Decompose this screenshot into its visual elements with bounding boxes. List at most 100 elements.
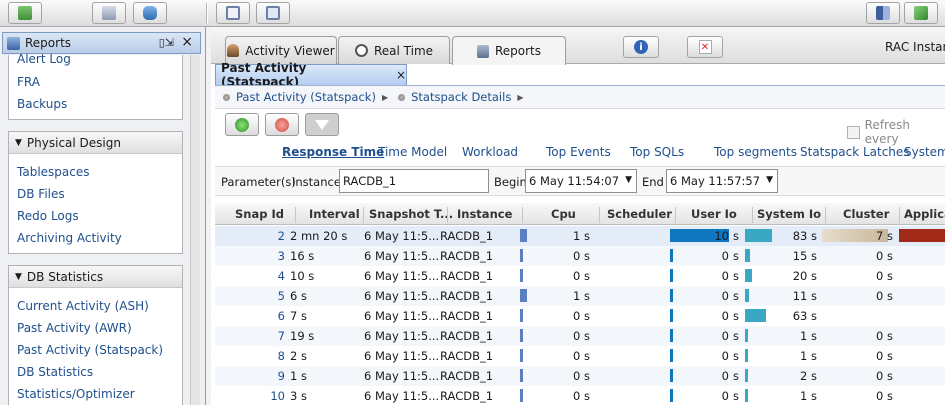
nav-item-statistics-optimizer[interactable]: Statistics/Optimizer [17, 387, 135, 401]
subtab-past-activity-statspack[interactable]: Past Activity (Statspack) × [215, 61, 407, 89]
column-header-user-io[interactable]: User Io [691, 207, 737, 221]
add-button[interactable] [8, 2, 42, 24]
nav-item-db-statistics[interactable]: DB Statistics [17, 365, 93, 379]
table-row[interactable]: 7 19 s 6 May 11:5... RACDB_1 0 s 0s 1 s 0 s [215, 326, 945, 346]
cell-snap-id: 2 [277, 229, 285, 243]
begin-datetime-select[interactable]: 6 May 11:54:07 ▼ [525, 169, 637, 193]
go-button[interactable] [225, 113, 259, 136]
add-icon [18, 6, 32, 20]
column-header-cluster[interactable]: Cluster [843, 207, 889, 221]
delete-button[interactable]: ✕ [687, 36, 723, 58]
cell-cpu: 0 s [573, 329, 590, 343]
nav-item-alert-log[interactable]: Alert Log [17, 52, 71, 66]
section-top-segments[interactable]: Top segments [714, 145, 797, 159]
preview-button[interactable] [256, 2, 290, 24]
cell-system-io: 83 s [792, 229, 817, 243]
column-header-cpu[interactable]: Cpu [551, 207, 576, 221]
pin-icon[interactable]: ▯⇲ [159, 36, 174, 49]
breadcrumb-item[interactable]: Past Activity (Statspack) [236, 90, 376, 104]
tab-reports[interactable]: Reports [452, 36, 566, 65]
cell-system-io: 20 s [792, 269, 817, 283]
cell-instance: RACDB_1 [440, 289, 494, 303]
left-panel-scrollbar[interactable] [190, 55, 200, 405]
breadcrumb: Past Activity (Statspack) ▶ Statspack De… [215, 85, 945, 109]
section-workload[interactable]: Workload [462, 145, 518, 159]
tab-real-time[interactable]: Real Time [338, 36, 450, 64]
breadcrumb-item[interactable]: Statspack Details [411, 90, 511, 104]
nav-item-redo-logs[interactable]: Redo Logs [17, 209, 79, 223]
end-datetime-select[interactable]: 6 May 11:57:57 ▼ [666, 169, 778, 193]
cell-interval: 2 s [290, 349, 307, 363]
column-separator [825, 207, 826, 223]
nav-item-fra[interactable]: FRA [17, 75, 40, 89]
section-statspack-latches[interactable]: Statspack Latches [800, 145, 910, 159]
nav-item-past-activity-statspack[interactable]: Past Activity (Statspack) [17, 343, 163, 357]
section-system[interactable]: System [904, 145, 945, 159]
stop-button[interactable] [265, 113, 299, 136]
table-row[interactable]: 4 10 s 6 May 11:5... RACDB_1 0 s 0 s 20 s 0 s [215, 266, 945, 286]
cell-cluster: 0 s [876, 329, 893, 343]
cell-snapshot-time: 6 May 11:5... [364, 369, 440, 383]
cell-cluster: 0 s [876, 289, 893, 303]
physical-design-header[interactable]: ▼ Physical Design [9, 132, 182, 154]
column-header-interval[interactable]: Interval [309, 207, 360, 221]
column-header-snapshot-time[interactable]: Snapshot T... [369, 207, 453, 221]
table-row[interactable]: 9 1 s 6 May 11:5... RACDB_1 0 s 0s 2 s 0 s [215, 366, 945, 386]
table-row[interactable]: 5 6 s 6 May 11:5... RACDB_1 1 s 0 s 11 s 0 s [215, 286, 945, 306]
section-time-model[interactable]: Time Model [378, 145, 447, 159]
info-button[interactable]: i [623, 36, 659, 58]
panel-button[interactable] [866, 2, 900, 24]
user-io-bar [670, 289, 673, 302]
db-statistics-header[interactable]: ▼ DB Statistics [9, 266, 182, 288]
user-io-bar [670, 329, 673, 342]
chevron-down-icon: ▼ [625, 175, 632, 185]
nav-item-db-files[interactable]: DB Files [17, 187, 65, 201]
subtab-close-icon[interactable]: × [396, 68, 406, 82]
table-row[interactable]: 10 3 s 6 May 11:5... RACDB_1 0 s 0s 1 s 0 s [215, 386, 945, 405]
cell-user-io-unit: s [733, 249, 739, 263]
begin-label: Begin [494, 175, 527, 189]
system-io-bar [745, 329, 748, 342]
cell-snapshot-time: 6 May 11:5... [364, 329, 440, 343]
nav-item-current-activity-ash[interactable]: Current Activity (ASH) [17, 299, 149, 313]
nav-item-backups[interactable]: Backups [17, 97, 67, 111]
left-panel: Reports ▯⇲ × Alert Log FRA Backups ▼ Phys… [0, 27, 206, 405]
table-row[interactable]: 6 7 s 6 May 11:5... RACDB_1 0 s 0 s 63 s [215, 306, 945, 326]
user-io-bar [670, 269, 673, 282]
table-row[interactable]: 3 16 s 6 May 11:5... RACDB_1 0 s 0 s 15 s 0 s [215, 246, 945, 266]
section-top-events[interactable]: Top Events [546, 145, 611, 159]
chart-button[interactable] [904, 2, 938, 24]
refresh-every[interactable]: Refresh every [847, 118, 945, 146]
nav-item-tablespaces[interactable]: Tablespaces [17, 165, 90, 179]
column-header-instance[interactable]: Instance [457, 207, 512, 221]
cell-interval: 19 s [290, 329, 315, 343]
cell-user-io: 0 [721, 389, 729, 403]
table-row[interactable]: 2 2 mn 20 s 6 May 11:5... RACDB_1 1 s 10 s 83 s… [215, 226, 945, 246]
column-header-application[interactable]: Applica [904, 207, 945, 221]
nav-item-archiving-activity[interactable]: Archiving Activity [17, 231, 122, 245]
cell-user-io-unit: s [733, 389, 739, 403]
parameters-label: Parameter(s) [221, 175, 296, 189]
section-top-sqls[interactable]: Top SQLs [630, 145, 684, 159]
column-header-snap-id[interactable]: Snap Id [235, 207, 284, 221]
refresh-checkbox[interactable] [847, 125, 860, 139]
cell-interval: 3 s [290, 389, 307, 403]
nav-item-past-activity-awr[interactable]: Past Activity (AWR) [17, 321, 132, 335]
tab-activity-viewer[interactable]: Activity Viewer [225, 36, 337, 64]
layout-button[interactable] [216, 2, 250, 24]
instance-field[interactable]: RACDB_1 [339, 169, 489, 193]
section-response-time[interactable]: Response Time [282, 145, 384, 159]
cell-cpu: 1 s [573, 229, 590, 243]
cpu-bar [520, 349, 523, 362]
edit-button[interactable] [92, 2, 126, 24]
column-header-system-io[interactable]: System Io [757, 207, 821, 221]
cell-cluster: 7 s [876, 229, 893, 243]
table-row[interactable]: 8 2 s 6 May 11:5... RACDB_1 0 s 0s 1 s 0 s [215, 346, 945, 366]
column-separator [899, 207, 900, 223]
physical-design-title: Physical Design [26, 135, 121, 150]
user-io-bar [670, 349, 673, 362]
column-header-scheduler[interactable]: Scheduler [607, 207, 672, 221]
filter-button[interactable] [305, 113, 339, 136]
close-panel-icon[interactable]: × [181, 34, 193, 50]
database-button[interactable] [133, 2, 167, 24]
